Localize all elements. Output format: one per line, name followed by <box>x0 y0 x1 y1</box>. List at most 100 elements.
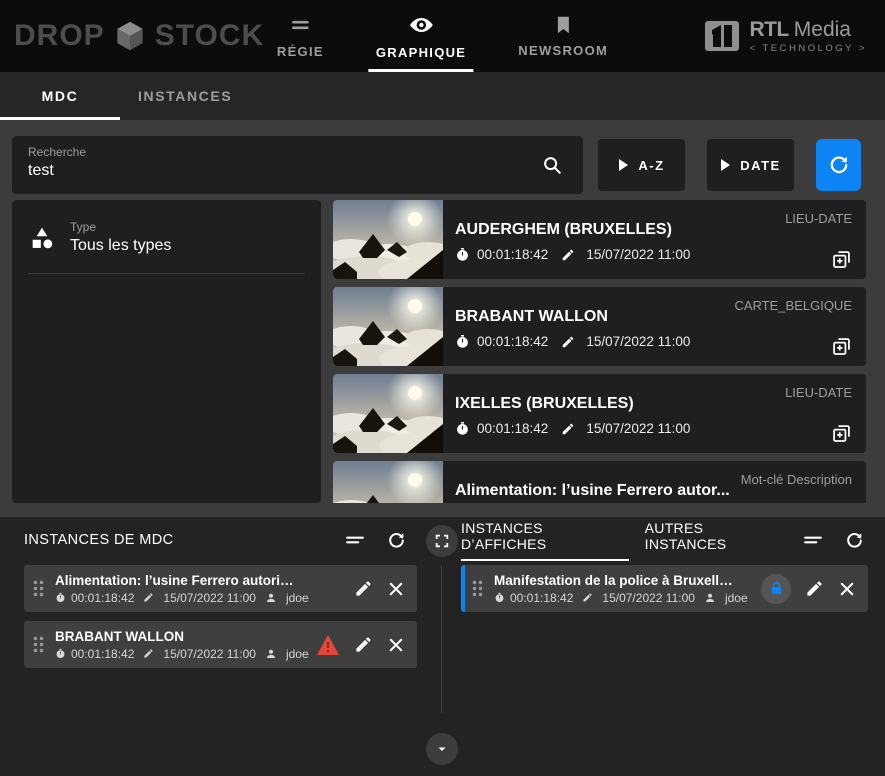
tab-mdc[interactable]: MDC <box>0 72 120 120</box>
add-to-library-icon[interactable] <box>831 336 852 357</box>
nav-label: NEWSROOM <box>518 43 608 58</box>
content-area: Type Tous les types AUDERGHEM (BRUXELLES… <box>12 200 866 503</box>
instance-text: Manifestation de la police à Bruxelles 0… <box>494 573 748 605</box>
nav-item-regie[interactable]: RÉGIE <box>270 0 331 72</box>
refresh-icon[interactable] <box>844 530 865 551</box>
fullscreen-icon <box>434 533 450 549</box>
media-card[interactable]: BRABANT WALLON 00:01:18:42 15/07/2022 11… <box>333 287 866 366</box>
instance-title: BRABANT WALLON <box>55 629 295 644</box>
refresh-icon[interactable] <box>386 530 407 551</box>
search-input[interactable]: Recherche test <box>12 136 583 194</box>
refresh-icon <box>827 153 851 177</box>
media-card[interactable]: IXELLES (BRUXELLES) 00:01:18:42 15/07/20… <box>333 374 866 453</box>
instances-mdc-column: INSTANCES DE MDC <box>0 517 441 776</box>
media-tag: Mot-clé Description <box>741 472 852 487</box>
tab-instances[interactable]: INSTANCES <box>120 72 250 120</box>
filter-divider <box>28 273 305 274</box>
search-label: Recherche <box>28 145 567 159</box>
edit-icon[interactable] <box>805 579 824 598</box>
instance-row[interactable]: Alimentation: l’usine Ferrero autoris...… <box>24 565 417 612</box>
media-duration: 00:01:18:42 <box>477 334 548 349</box>
bookmark-icon <box>552 14 574 36</box>
media-thumbnail <box>333 200 443 279</box>
chevron-down-icon <box>435 742 449 756</box>
toolbar: Recherche test A-Z DATE <box>12 136 861 194</box>
instances-mdc-header: INSTANCES DE MDC <box>0 517 441 563</box>
add-to-library-icon[interactable] <box>831 249 852 270</box>
instances-affiches-header: INSTANCES D’AFFICHES AUTRES INSTANCES <box>441 517 885 563</box>
media-meta: 00:01:18:42 15/07/2022 11:00 <box>455 334 852 349</box>
nav-item-graphique[interactable]: GRAPHIQUE <box>369 0 473 72</box>
pencil-icon <box>561 248 575 262</box>
media-card[interactable]: AUDERGHEM (BRUXELLES) 00:01:18:42 15/07/… <box>333 200 866 279</box>
play-triangle-icon <box>720 159 730 171</box>
cube-icon <box>111 17 149 55</box>
stopwatch-icon <box>455 247 470 262</box>
nav-item-newsroom[interactable]: NEWSROOM <box>511 0 615 72</box>
media-tag: CARTE_BELGIQUE <box>734 298 852 313</box>
media-tag: LIEU-DATE <box>785 385 852 400</box>
close-icon[interactable] <box>387 580 405 598</box>
logo-text-drop: DROP <box>14 19 105 53</box>
instances-mdc-list: Alimentation: l’usine Ferrero autoris...… <box>0 563 441 668</box>
play-triangle-icon <box>618 159 628 171</box>
media-thumbnail <box>333 287 443 366</box>
instance-user: jdoe <box>286 591 309 605</box>
stopwatch-icon <box>55 592 66 603</box>
warning-icon[interactable] <box>316 634 340 656</box>
add-to-library-icon[interactable] <box>831 423 852 444</box>
tab-autres-instances[interactable]: AUTRES INSTANCES <box>645 520 786 561</box>
media-thumbnail <box>333 461 443 503</box>
person-icon <box>265 648 277 660</box>
tab-instances-affiches[interactable]: INSTANCES D’AFFICHES <box>461 520 629 561</box>
menu-icon <box>288 13 312 37</box>
lock-icon[interactable] <box>761 574 791 604</box>
instances-mdc-title: INSTANCES DE MDC <box>24 532 174 548</box>
tab-label: MDC <box>42 88 79 104</box>
sort-az-label: A-Z <box>638 158 664 173</box>
filter-panel: Type Tous les types <box>12 200 321 503</box>
nav-label: RÉGIE <box>277 44 324 59</box>
media-card-body: BRABANT WALLON 00:01:18:42 15/07/2022 11… <box>443 287 866 366</box>
edit-icon[interactable] <box>354 635 373 654</box>
brand-text: RTL Media < TECHNOLOGY > <box>749 18 867 54</box>
pencil-icon <box>561 335 575 349</box>
section-tabs: MDC INSTANCES <box>0 72 885 120</box>
media-duration: 00:01:18:42 <box>477 421 548 436</box>
media-card[interactable]: Alimentation: l’usine Ferrero autor... 0… <box>333 461 866 503</box>
dropstock-logo: DROP STOCK <box>14 17 264 55</box>
refresh-search-button[interactable] <box>816 139 861 191</box>
rtl-logo-icon <box>704 18 740 54</box>
instance-duration: 00:01:18:42 <box>71 591 134 605</box>
drag-handle-icon[interactable] <box>32 579 45 598</box>
sort-az-button[interactable]: A-Z <box>598 139 685 191</box>
person-icon <box>265 592 277 604</box>
pencil-icon <box>143 648 154 659</box>
sort-icon[interactable] <box>802 529 824 551</box>
collapse-panel-button[interactable] <box>426 733 458 765</box>
logo-text-stock: STOCK <box>155 19 264 53</box>
rtl-media-brand: RTL Media < TECHNOLOGY > <box>704 18 867 54</box>
instance-row[interactable]: BRABANT WALLON 00:01:18:42 15/07/2022 11… <box>24 621 417 668</box>
media-meta: 00:01:18:42 15/07/2022 11:00 <box>455 247 852 262</box>
search-value: test <box>28 162 567 180</box>
sort-icon[interactable] <box>344 529 366 551</box>
close-icon[interactable] <box>387 636 405 654</box>
close-icon[interactable] <box>838 580 856 598</box>
instance-title: Alimentation: l’usine Ferrero autoris... <box>55 573 295 588</box>
instance-date: 15/07/2022 11:00 <box>163 591 256 605</box>
type-filter[interactable]: Type Tous les types <box>28 220 305 255</box>
instances-bottom-panel: INSTANCES DE MDC <box>0 517 885 776</box>
search-icon[interactable] <box>541 154 563 176</box>
media-title: AUDERGHEM (BRUXELLES) <box>455 221 785 239</box>
media-meta: 00:01:18:42 15/07/2022 11:00 <box>455 421 852 436</box>
drag-handle-icon[interactable] <box>32 635 45 654</box>
sort-date-button[interactable]: DATE <box>707 139 794 191</box>
instance-row[interactable]: Manifestation de la police à Bruxelles 0… <box>461 565 868 612</box>
person-icon <box>704 592 716 604</box>
edit-icon[interactable] <box>354 579 373 598</box>
drag-handle-icon[interactable] <box>471 579 484 598</box>
media-card-body: AUDERGHEM (BRUXELLES) 00:01:18:42 15/07/… <box>443 200 866 279</box>
bottom-panel-divider <box>441 565 442 713</box>
fullscreen-button[interactable] <box>426 525 458 557</box>
